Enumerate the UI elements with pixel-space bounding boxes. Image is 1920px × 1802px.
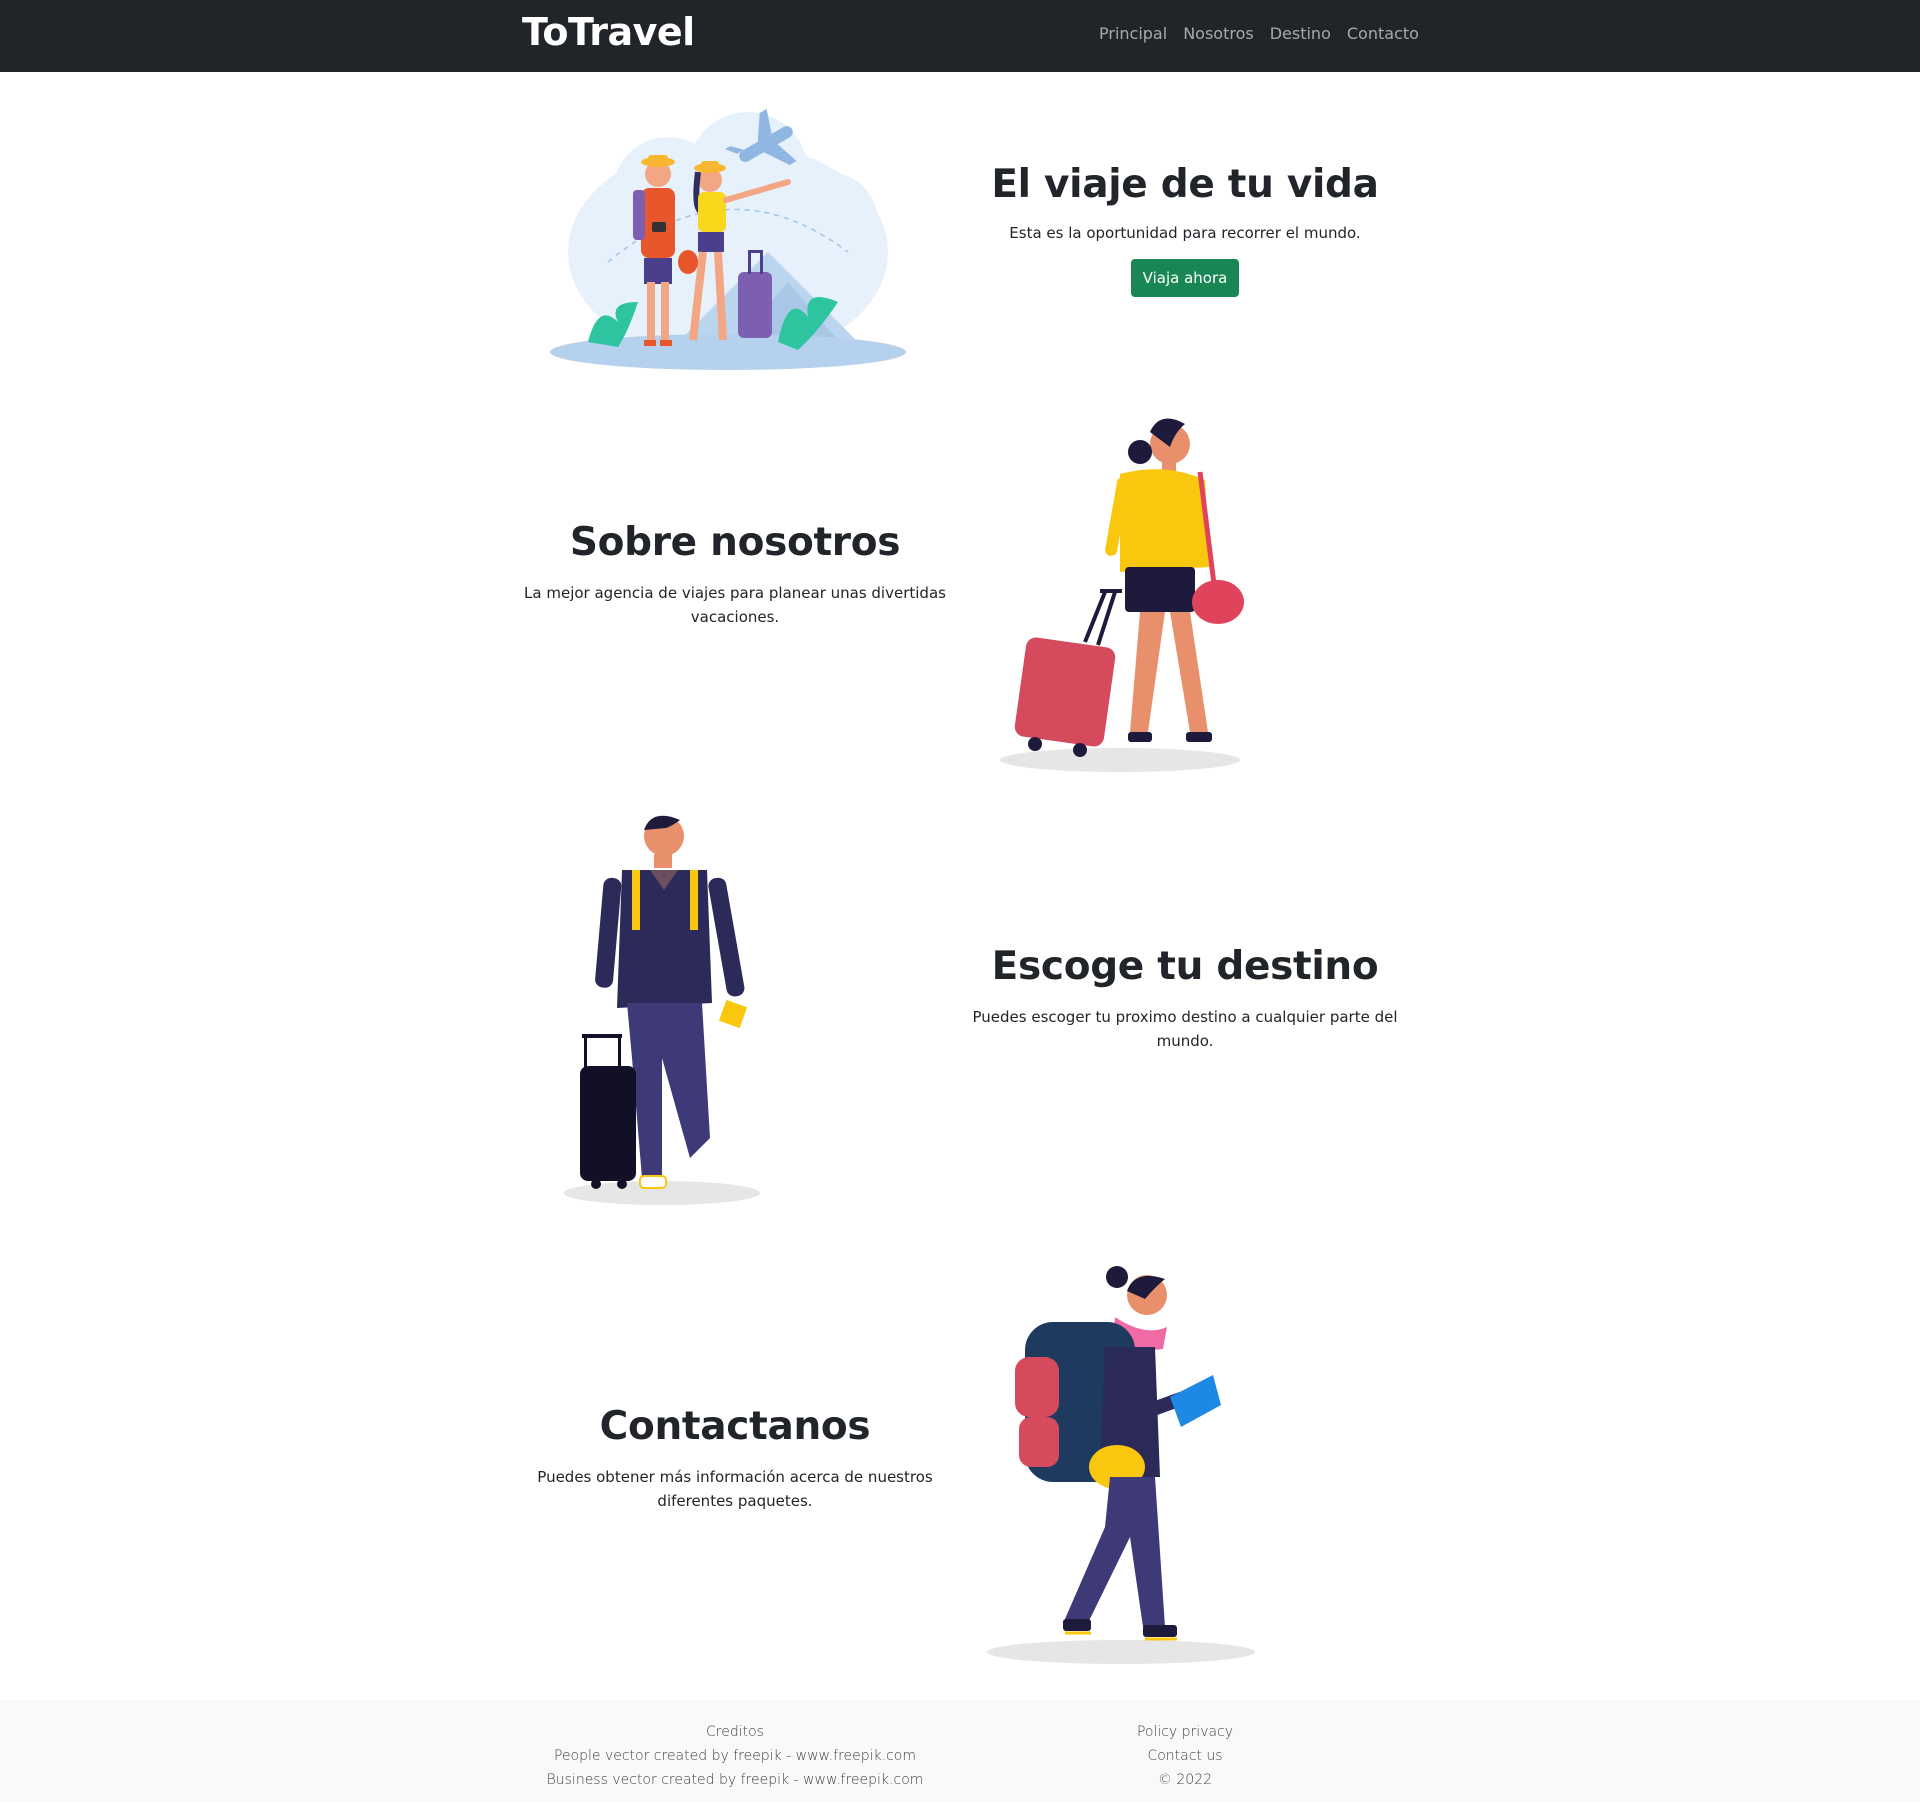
nav-link-principal[interactable]: Principal bbox=[1099, 24, 1167, 43]
credits-title: Creditos bbox=[706, 1724, 764, 1740]
hero-title: El viaje de tu vida bbox=[991, 162, 1379, 207]
business-vector-credit-link[interactable]: Business vector created by freepik - www… bbox=[547, 1772, 924, 1788]
policy-privacy-link[interactable]: Policy privacy bbox=[1137, 1724, 1233, 1740]
about-section: Sobre nosotros La mejor agencia de viaje… bbox=[0, 392, 1920, 772]
about-text: Sobre nosotros La mejor agencia de viaje… bbox=[515, 520, 955, 629]
brand-logo[interactable]: ToTravel bbox=[522, 10, 695, 54]
about-description: La mejor agencia de viajes para planear … bbox=[524, 583, 946, 626]
navbar: ToTravel Principal Nosotros Destino Cont… bbox=[0, 0, 1920, 72]
nav-link-nosotros[interactable]: Nosotros bbox=[1183, 24, 1254, 43]
about-title: Sobre nosotros bbox=[569, 520, 901, 565]
footer-credits: Creditos People vector created by freepi… bbox=[525, 1720, 945, 1792]
hero-section: El viaje de tu vida Esta es la oportunid… bbox=[0, 72, 1920, 392]
contact-title: Contactanos bbox=[599, 1404, 871, 1449]
contact-section: Contactanos Puedes obtener más informaci… bbox=[0, 1252, 1920, 1692]
contact-illustration bbox=[985, 1257, 1260, 1667]
destination-title: Escoge tu destino bbox=[991, 944, 1379, 989]
destination-text: Escoge tu destino Puedes escoger tu prox… bbox=[965, 944, 1405, 1053]
nav-link-contacto[interactable]: Contacto bbox=[1347, 24, 1419, 43]
nav-link-destino[interactable]: Destino bbox=[1270, 24, 1331, 43]
contact-us-link[interactable]: Contact us bbox=[1147, 1748, 1222, 1764]
contact-description: Puedes obtener más información acerca de… bbox=[537, 1467, 933, 1510]
about-illustration bbox=[990, 402, 1260, 772]
destination-illustration bbox=[562, 808, 772, 1208]
hero-illustration bbox=[548, 102, 908, 372]
footer-links: Policy privacy Contact us © 2022 bbox=[975, 1720, 1395, 1792]
footer: Creditos People vector created by freepi… bbox=[0, 1700, 1920, 1802]
copyright-text: © 2022 bbox=[1157, 1772, 1213, 1788]
nav-links: Principal Nosotros Destino Contacto bbox=[1099, 24, 1419, 43]
destination-section: Escoge tu destino Puedes escoger tu prox… bbox=[0, 802, 1920, 1222]
hero-description: Esta es la oportunidad para recorrer el … bbox=[1009, 223, 1361, 242]
contact-text: Contactanos Puedes obtener más informaci… bbox=[515, 1404, 955, 1513]
destination-description: Puedes escoger tu proximo destino a cual… bbox=[972, 1007, 1398, 1050]
travel-now-button[interactable]: Viaja ahora bbox=[1130, 258, 1240, 297]
people-vector-credit-link[interactable]: People vector created by freepik - www.f… bbox=[554, 1748, 916, 1764]
hero-text: El viaje de tu vida Esta es la oportunid… bbox=[965, 162, 1405, 297]
